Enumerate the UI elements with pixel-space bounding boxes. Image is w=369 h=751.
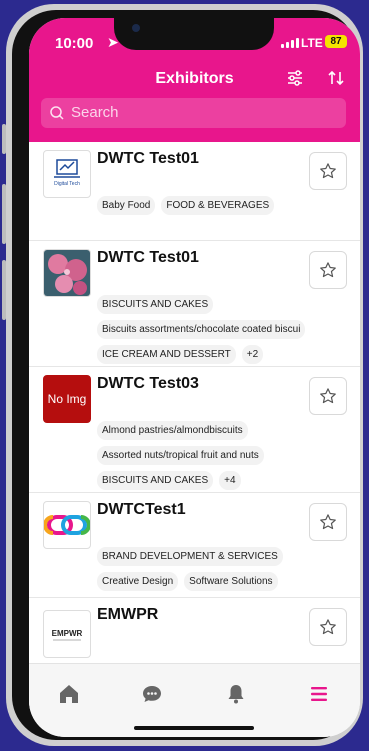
exhibitor-item[interactable]: DWTCTest1 BRAND DEVELOPMENT & SERVICES C… xyxy=(29,493,360,598)
tag-list: BISCUITS AND CAKES Biscuits assortments/… xyxy=(97,295,347,364)
favorite-button[interactable] xyxy=(309,152,347,190)
tag-more-count[interactable]: +2 xyxy=(241,345,264,364)
blossom-image xyxy=(44,250,90,296)
app-header: 10:00 ➤ LTE 87 Exhibitors Search xyxy=(29,18,360,142)
favorite-button[interactable] xyxy=(309,377,347,415)
logo-text: EMPWR xyxy=(52,629,83,638)
exhibitor-item[interactable]: Digital Tech DWTC Test01 Baby Food FOOD … xyxy=(29,142,360,241)
link-logo xyxy=(44,515,90,535)
silent-switch xyxy=(2,124,6,154)
favorite-button[interactable] xyxy=(309,251,347,289)
exhibitor-name: DWTC Test01 xyxy=(97,150,199,167)
exhibitor-name: EMWPR xyxy=(97,606,159,623)
exhibitor-item[interactable]: DWTC Test01 BISCUITS AND CAKES Biscuits … xyxy=(29,241,360,367)
search-placeholder: Search xyxy=(71,104,119,121)
location-arrow-icon: ➤ xyxy=(107,34,119,50)
empwr-logo: EMPWR xyxy=(52,629,83,641)
exhibitor-name: DWTC Test01 xyxy=(97,249,199,266)
volume-up-button xyxy=(2,184,6,244)
bell-icon[interactable] xyxy=(224,682,248,706)
star-icon xyxy=(320,514,336,530)
tag: Baby Food xyxy=(97,196,156,215)
search-input[interactable]: Search xyxy=(41,98,346,128)
volume-down-button xyxy=(2,260,6,320)
bottom-tab-bar xyxy=(29,663,360,737)
chat-icon[interactable] xyxy=(140,682,164,706)
tag: ICE CREAM AND DESSERT xyxy=(97,345,236,364)
search-icon xyxy=(50,106,64,120)
tag: Creative Design xyxy=(97,572,179,591)
star-icon xyxy=(320,262,336,278)
star-icon xyxy=(320,163,336,179)
filter-icon[interactable] xyxy=(285,68,305,88)
exhibitor-logo: Digital Tech xyxy=(43,150,91,198)
favorite-button[interactable] xyxy=(309,503,347,541)
tag-list: Almond pastries/almondbiscuits Assorted … xyxy=(97,421,347,490)
exhibitor-logo-placeholder: No Img xyxy=(43,375,91,423)
tag: FOOD & BEVERAGES xyxy=(161,196,275,215)
favorite-button[interactable] xyxy=(309,608,347,646)
app-screen: 10:00 ➤ LTE 87 Exhibitors Search Digital… xyxy=(29,18,360,737)
exhibitor-name: DWTC Test03 xyxy=(97,375,199,392)
page-title: Exhibitors xyxy=(155,70,234,87)
star-icon xyxy=(320,388,336,404)
tag-list: BRAND DEVELOPMENT & SERVICES Creative De… xyxy=(97,547,347,591)
home-icon[interactable] xyxy=(57,682,81,706)
menu-icon[interactable] xyxy=(307,682,331,706)
sort-icon[interactable] xyxy=(326,68,346,88)
tag-list: Baby Food FOOD & BEVERAGES xyxy=(97,196,347,215)
logo-text: Digital Tech xyxy=(54,181,80,187)
camera-dot xyxy=(132,24,140,32)
tag: Software Solutions xyxy=(184,572,278,591)
tag: BRAND DEVELOPMENT & SERVICES xyxy=(97,547,283,566)
battery-icon: 87 xyxy=(325,35,347,48)
signal-icon xyxy=(281,38,299,48)
exhibitor-logo: EMPWR xyxy=(43,610,91,658)
exhibitor-logo xyxy=(43,501,91,549)
notch xyxy=(114,18,274,50)
home-indicator[interactable] xyxy=(134,726,254,730)
exhibitor-item[interactable]: No Img DWTC Test03 Almond pastries/almon… xyxy=(29,367,360,493)
network-label: LTE xyxy=(301,36,323,50)
digital-tech-logo: Digital Tech xyxy=(54,159,80,187)
tag: Biscuits assortments/chocolate coated bi… xyxy=(97,320,306,339)
tag: Almond pastries/almondbiscuits xyxy=(97,421,248,440)
exhibitor-name: DWTCTest1 xyxy=(97,501,186,518)
tag: BISCUITS AND CAKES xyxy=(97,471,214,490)
tag: BISCUITS AND CAKES xyxy=(97,295,214,314)
star-icon xyxy=(320,619,336,635)
tag: Assorted nuts/tropical fruit and nuts xyxy=(97,446,264,465)
status-time: 10:00 xyxy=(55,35,94,52)
battery-level: 87 xyxy=(330,36,342,47)
tag-more-count[interactable]: +4 xyxy=(219,471,241,490)
exhibitor-list[interactable]: Digital Tech DWTC Test01 Baby Food FOOD … xyxy=(29,142,360,663)
exhibitor-item[interactable]: EMPWR EMWPR xyxy=(29,598,360,663)
exhibitor-logo xyxy=(43,249,91,297)
